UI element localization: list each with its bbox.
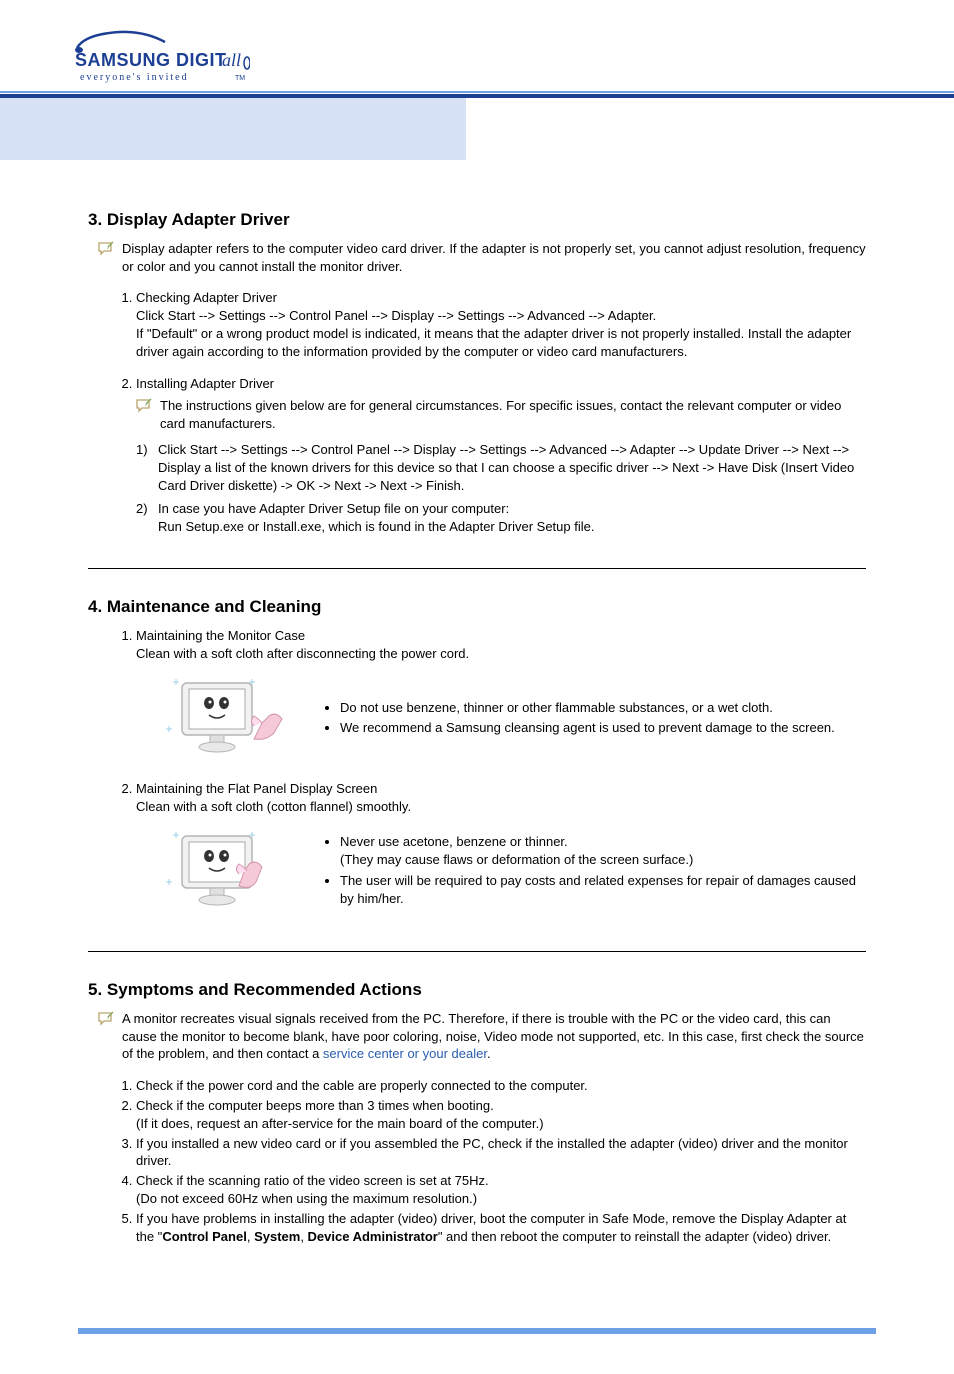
bullet-item: The user will be required to pay costs a… [340, 872, 866, 908]
note-icon [98, 1011, 116, 1031]
svg-text:TM: TM [235, 75, 245, 82]
bullet-item: Never use acetone, benzene or thinner. (… [340, 833, 866, 869]
divider [88, 951, 866, 952]
illustration-block: Do not use benzene, thinner or other fla… [154, 671, 866, 766]
illustration-block: Never use acetone, benzene or thinner. (… [154, 824, 866, 919]
list-item: Check if the power cord and the cable ar… [136, 1077, 866, 1095]
page-header: SAMSUNG DIGIT all everyone's invited TM [0, 0, 954, 160]
section4-title: 4. Maintenance and Cleaning [88, 597, 866, 617]
list-item: In case you have Adapter Driver Setup fi… [136, 500, 866, 536]
section3-steps: Click Start --> Settings --> Control Pan… [136, 441, 866, 537]
list-item: Checking Adapter Driver Click Start --> … [136, 289, 866, 361]
document-body: 3. Display Adapter Driver Display adapte… [0, 160, 954, 1308]
brand-logo: SAMSUNG DIGIT all everyone's invited TM [0, 0, 954, 91]
section4-list: Maintaining the Monitor Case Clean with … [88, 627, 866, 919]
divider [88, 568, 866, 569]
list-item: Check if the scanning ratio of the video… [136, 1172, 866, 1208]
bullet-item: Do not use benzene, thinner or other fla… [340, 699, 835, 717]
bullet-item: We recommend a Samsung cleansing agent i… [340, 719, 835, 737]
monitor-cleaning-icon [154, 671, 294, 766]
list-item: Maintaining the Monitor Case Clean with … [136, 627, 866, 766]
list-item: Click Start --> Settings --> Control Pan… [136, 441, 866, 495]
footer-band [78, 1328, 876, 1334]
section5-title: 5. Symptoms and Recommended Actions [88, 980, 866, 1000]
svg-text:SAMSUNG DIGIT: SAMSUNG DIGIT [75, 50, 227, 70]
note-icon [98, 241, 116, 261]
list-item: If you installed a new video card or if … [136, 1135, 866, 1171]
section3-list: Checking Adapter Driver Click Start --> … [88, 289, 866, 536]
list-item: If you have problems in installing the a… [136, 1210, 866, 1246]
svg-text:all: all [222, 50, 241, 70]
list-item: Installing Adapter Driver The instructio… [136, 375, 866, 537]
list-item: Check if the computer beeps more than 3 … [136, 1097, 866, 1133]
bullets: Never use acetone, benzene or thinner. (… [322, 833, 866, 910]
bullets: Do not use benzene, thinner or other fla… [322, 699, 835, 739]
section3-title: 3. Display Adapter Driver [88, 210, 866, 230]
list-item: Maintaining the Flat Panel Display Scree… [136, 780, 866, 919]
section3-note: Display adapter refers to the computer v… [98, 240, 866, 275]
note-icon [136, 398, 154, 418]
section5-note: A monitor recreates visual signals recei… [98, 1010, 866, 1063]
svg-text:everyone's invited: everyone's invited [80, 72, 189, 83]
section5-list: Check if the power cord and the cable ar… [88, 1077, 866, 1246]
section3-subnote: The instructions given below are for gen… [136, 397, 866, 433]
service-center-link[interactable]: service center or your dealer [323, 1046, 487, 1061]
screen-cleaning-icon [154, 824, 294, 919]
